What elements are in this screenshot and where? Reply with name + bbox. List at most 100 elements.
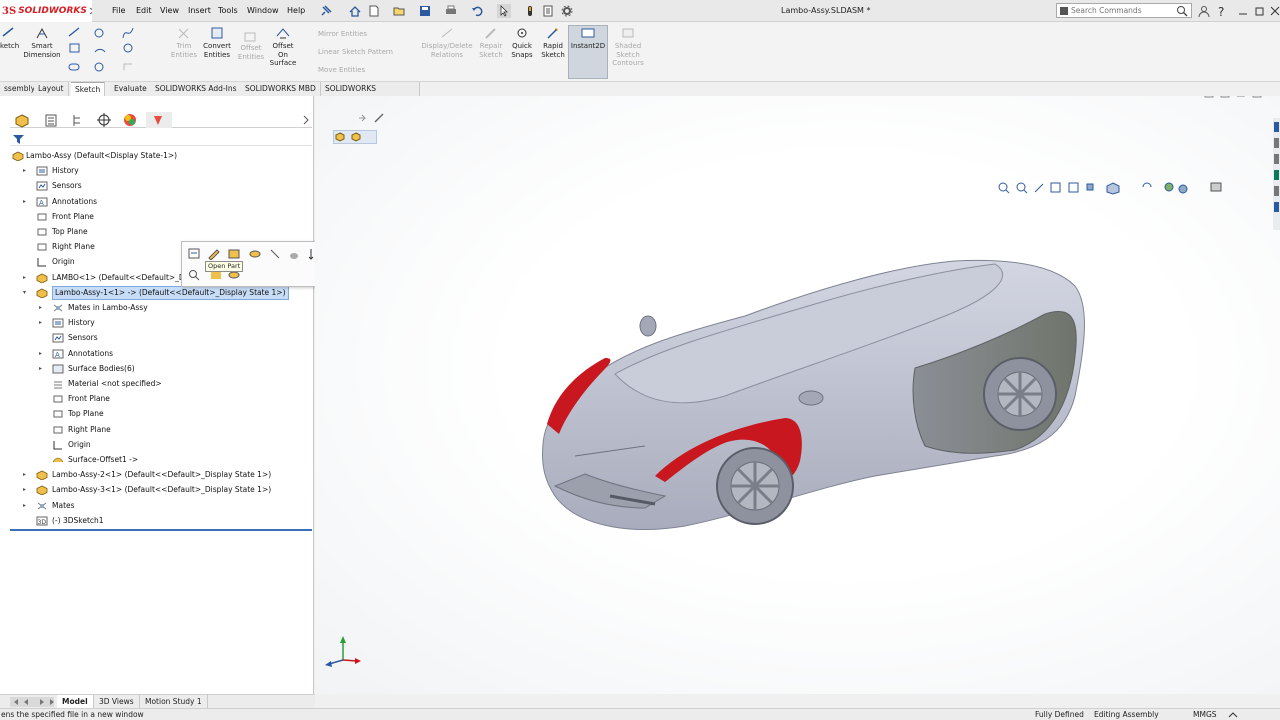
repair-sketch-button[interactable]: Repair Sketch	[477, 26, 505, 59]
tree-item[interactable]: Sensors	[26, 331, 326, 345]
tab-layout[interactable]: Layout	[34, 82, 69, 96]
trim-entities-button[interactable]: Trim Entities	[170, 26, 198, 59]
user-icon[interactable]	[1197, 4, 1211, 18]
tree-item[interactable]: ▸ Mates	[10, 499, 310, 513]
zoom-to-selection-icon[interactable]	[187, 268, 201, 281]
tree-item[interactable]: ▸ History	[26, 316, 326, 330]
menu-help[interactable]: Help	[287, 6, 305, 15]
undo-icon[interactable]	[470, 4, 484, 18]
sketch-button[interactable]: ketch	[0, 26, 19, 51]
tree-expander[interactable]: ▸	[39, 362, 47, 376]
convert-entities-button[interactable]: Convert Entities	[200, 26, 234, 59]
display-manager-tab-icon[interactable]	[118, 112, 144, 128]
menu-window[interactable]: Window	[247, 6, 279, 15]
tree-item[interactable]: ▸ Surface Bodies(6)	[26, 362, 326, 376]
linear-sketch-pattern-button[interactable]: Linear Sketch Pattern	[318, 48, 393, 56]
tree-item[interactable]: ▸ A Annotations	[10, 195, 310, 209]
pin-icon[interactable]	[319, 4, 333, 18]
minimize-icon[interactable]	[1236, 4, 1250, 18]
heads-up-view-toolbar[interactable]	[997, 180, 1237, 196]
search-input[interactable]	[1071, 5, 1171, 16]
tree-item[interactable]: Front Plane	[10, 210, 310, 224]
selection-breadcrumb[interactable]	[333, 130, 377, 144]
open-part-icon[interactable]	[187, 247, 201, 260]
new-document-icon[interactable]	[367, 4, 381, 18]
tree-expander[interactable]: ▸	[23, 499, 31, 513]
filter-icon[interactable]	[12, 133, 26, 145]
offset-on-surface-button[interactable]: Offset On Surface	[268, 26, 298, 68]
move-entities-button[interactable]: Move Entities	[318, 66, 365, 74]
tree-item[interactable]: Origin	[26, 438, 326, 452]
menu-file[interactable]: File	[112, 6, 125, 15]
search-icon[interactable]	[1176, 5, 1188, 17]
menu-tools[interactable]: Tools	[218, 6, 238, 15]
help-icon[interactable]: ?	[1215, 4, 1229, 18]
save-icon[interactable]	[418, 4, 432, 18]
tab-3d-views[interactable]: 3D Views	[94, 695, 140, 709]
tree-expander[interactable]: ▾	[23, 286, 31, 300]
menu-insert[interactable]: Insert	[188, 6, 211, 15]
restore-icon[interactable]	[1253, 4, 1267, 18]
rapid-sketch-button[interactable]: Rapid Sketch	[539, 26, 567, 59]
breadcrumb-nav-icon[interactable]	[357, 112, 387, 124]
tree-item[interactable]: Surface-Offset1 ->	[26, 453, 326, 467]
gear-icon[interactable]	[560, 4, 574, 18]
open-folder-icon[interactable]	[392, 4, 406, 18]
tree-item[interactable]: Right Plane	[26, 423, 326, 437]
shaded-sketch-contours-button[interactable]: Shaded Sketch Contours	[610, 26, 646, 68]
solidworks-logo[interactable]: 3S SOLIDWORKS	[0, 0, 92, 22]
tab-solidworks-addins[interactable]: SOLIDWORKS Add-Ins	[151, 82, 242, 96]
tree-item[interactable]: Top Plane	[26, 407, 326, 421]
menu-view[interactable]: View	[160, 6, 179, 15]
configuration-manager-tab-icon[interactable]	[66, 112, 92, 128]
tree-expander[interactable]: ▸	[39, 316, 47, 330]
tree-item[interactable]: Top Plane	[10, 225, 310, 239]
tree-expander[interactable]: ▸	[23, 468, 31, 482]
tab-solidworks-inspection[interactable]: SOLIDWORKS Inspection	[321, 82, 420, 107]
sketch-tools-grid[interactable]	[67, 26, 167, 80]
hide-component-icon[interactable]	[248, 247, 262, 260]
tree-expander[interactable]: ▸	[39, 347, 47, 361]
tree-item[interactable]: ▸ Mates in Lambo-Assy	[26, 301, 326, 315]
tree-item[interactable]: Material <not specified>	[26, 377, 326, 391]
tree-item[interactable]: Sensors	[10, 179, 310, 193]
tree-expander[interactable]: ▸	[23, 164, 31, 178]
tree-item[interactable]: Lambo-Assy (Default<Display State-1>)	[0, 149, 300, 163]
tree-item[interactable]: ▸ Lambo-Assy-2<1> (Default<<Default>_Disp…	[10, 468, 310, 482]
tab-sketch[interactable]: Sketch	[71, 82, 106, 96]
search-commands-box[interactable]	[1056, 3, 1192, 18]
task-pane-tabs[interactable]	[1273, 118, 1280, 230]
tab-scroll-arrows-icon[interactable]	[10, 697, 54, 707]
smart-dimension-button[interactable]: Smart Dimension	[22, 26, 62, 59]
home-icon[interactable]	[348, 4, 362, 18]
feature-tree-tab-icon[interactable]	[14, 112, 40, 128]
tree-expander[interactable]: ▸	[39, 301, 47, 315]
menu-edit[interactable]: Edit	[136, 6, 152, 15]
tree-item[interactable]: ▸ A Annotations	[26, 347, 326, 361]
tree-item[interactable]: ▸ Lambo-Assy-3<1> (Default<<Default>_Disp…	[10, 483, 310, 497]
tree-item[interactable]: Front Plane	[26, 392, 326, 406]
viewport-window-controls[interactable]	[1203, 96, 1273, 100]
change-transparency-icon[interactable]	[287, 247, 301, 260]
appearance-tab-icon[interactable]	[146, 112, 172, 128]
tree-item[interactable]: ▸ History	[10, 164, 310, 178]
lambo-3d-model[interactable]	[515, 246, 1105, 546]
status-units[interactable]: MMGS	[1193, 709, 1217, 720]
rollback-bar[interactable]	[10, 529, 312, 531]
display-delete-relations-button[interactable]: Display/Delete Relations	[420, 26, 474, 59]
file-properties-icon[interactable]	[541, 4, 555, 18]
tree-filter[interactable]	[10, 132, 312, 146]
dimxpert-tab-icon[interactable]	[92, 112, 118, 128]
edit-assembly-icon[interactable]	[227, 247, 241, 260]
close-icon[interactable]	[1268, 4, 1280, 18]
tree-item[interactable]: ▾ Lambo-Assy-1<1> -> (Default<<Default>_D…	[10, 285, 310, 300]
rebuild-icon[interactable]	[523, 4, 537, 18]
tree-expander[interactable]: ▸	[23, 271, 31, 285]
mirror-entities-button[interactable]: Mirror Entities	[318, 30, 367, 38]
chevron-right-icon[interactable]	[302, 115, 310, 125]
tab-motion-study-1[interactable]: Motion Study 1	[140, 695, 208, 709]
isolate-icon[interactable]	[268, 247, 282, 260]
property-manager-tab-icon[interactable]	[40, 112, 66, 128]
edit-part-icon[interactable]	[207, 247, 221, 260]
tree-expander[interactable]: ▸	[23, 195, 31, 209]
